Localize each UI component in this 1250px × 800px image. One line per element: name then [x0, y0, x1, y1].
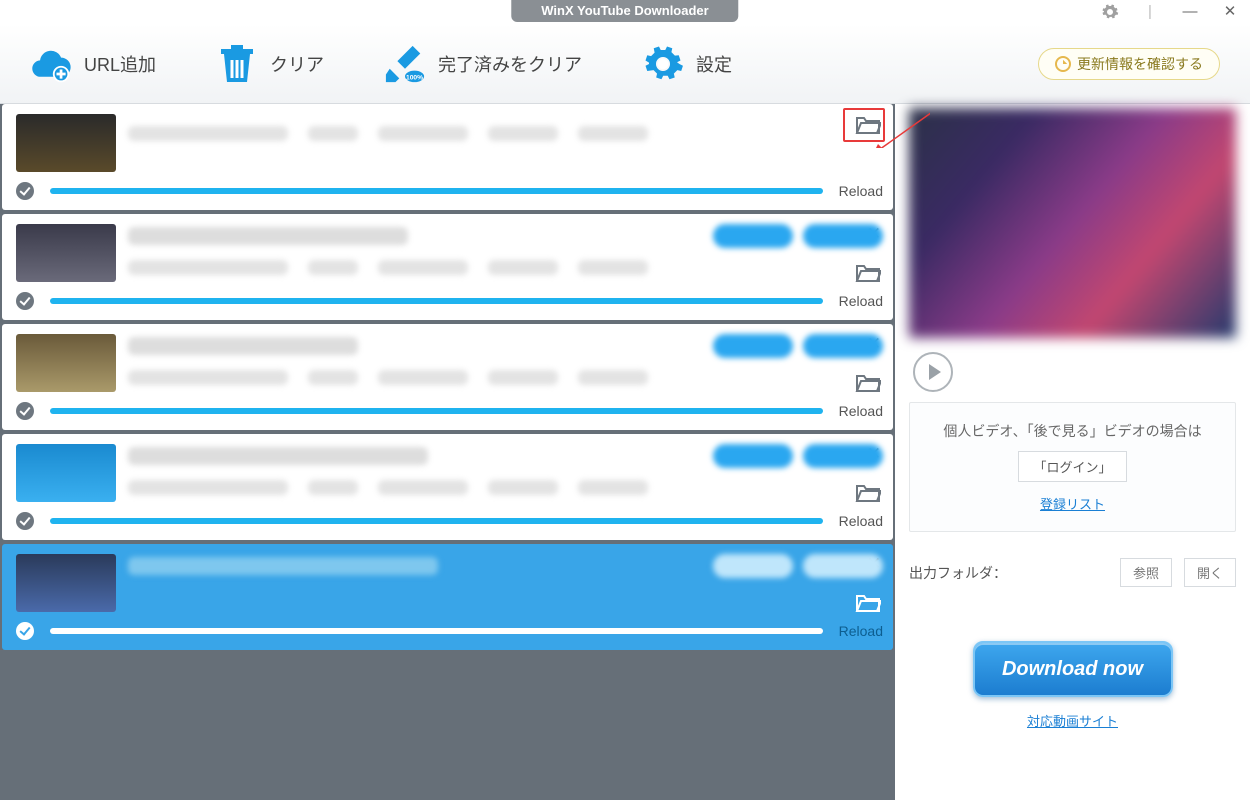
- progress-bar: [50, 628, 823, 634]
- open-folder-button[interactable]: 開く: [1184, 558, 1236, 587]
- download-now-button[interactable]: Download now: [973, 641, 1173, 697]
- open-folder-icon[interactable]: [855, 372, 881, 394]
- progress-bar: [50, 188, 823, 194]
- open-folder-icon[interactable]: [855, 262, 881, 284]
- reload-button[interactable]: Reload: [839, 293, 883, 309]
- download-item[interactable]: ✕ Reload: [2, 214, 893, 320]
- close-window-button[interactable]: ✕: [1210, 0, 1250, 24]
- clear-completed-button[interactable]: 100% 完了済みをクリア: [384, 43, 582, 85]
- reload-button[interactable]: Reload: [839, 513, 883, 529]
- minimize-button[interactable]: —: [1170, 0, 1210, 24]
- progress-bar: [50, 408, 823, 414]
- title-bar: WinX YouTube Downloader | — ✕: [0, 0, 1250, 24]
- cloud-plus-icon: [30, 43, 72, 85]
- app-title: WinX YouTube Downloader: [511, 0, 738, 22]
- completed-check-icon[interactable]: [16, 622, 34, 640]
- gear-icon: [642, 43, 684, 85]
- video-thumbnail: [16, 334, 116, 392]
- open-folder-icon[interactable]: [855, 114, 881, 136]
- completed-check-icon[interactable]: [16, 292, 34, 310]
- video-thumbnail: [16, 554, 116, 612]
- browse-button[interactable]: 参照: [1120, 558, 1172, 587]
- completed-check-icon[interactable]: [16, 182, 34, 200]
- main-toolbar: URL追加 クリア 100% 完了済みをクリア 設定 更新情報を確認する: [0, 24, 1250, 104]
- add-url-label: URL追加: [84, 51, 156, 77]
- login-message: 個人ビデオ、「後で見る」ビデオの場合は: [920, 421, 1225, 441]
- clear-completed-label: 完了済みをクリア: [438, 51, 582, 77]
- svg-text:100%: 100%: [406, 74, 423, 81]
- download-item[interactable]: ✕ Reload: [2, 434, 893, 540]
- download-item-selected[interactable]: ✕ Reload: [2, 544, 893, 650]
- check-updates-label: 更新情報を確認する: [1077, 54, 1203, 74]
- completed-check-icon[interactable]: [16, 402, 34, 420]
- video-preview: [909, 108, 1236, 338]
- open-folder-icon[interactable]: [855, 592, 881, 614]
- side-panel: 個人ビデオ、「後で見る」ビデオの場合は 「ログイン」 登録リスト 出力フォルダ：…: [895, 104, 1250, 800]
- supported-sites-link[interactable]: 対応動画サイト: [909, 711, 1236, 730]
- check-updates-button[interactable]: 更新情報を確認する: [1038, 48, 1220, 80]
- add-url-button[interactable]: URL追加: [30, 43, 156, 85]
- output-folder-label: 出力フォルダ：: [909, 563, 1007, 583]
- progress-bar: [50, 518, 823, 524]
- video-thumbnail: [16, 444, 116, 502]
- settings-button[interactable]: 設定: [642, 43, 732, 85]
- open-folder-icon[interactable]: [855, 482, 881, 504]
- video-thumbnail: [16, 114, 116, 172]
- clear-label: クリア: [270, 51, 324, 77]
- completed-check-icon[interactable]: [16, 512, 34, 530]
- progress-bar: [50, 298, 823, 304]
- brush-icon: 100%: [384, 43, 426, 85]
- settings-label: 設定: [696, 51, 732, 77]
- play-button[interactable]: [913, 352, 953, 392]
- settings-gear-icon[interactable]: [1090, 0, 1130, 24]
- reload-button[interactable]: Reload: [839, 403, 883, 419]
- reload-button[interactable]: Reload: [839, 623, 883, 639]
- reload-button[interactable]: Reload: [839, 183, 883, 199]
- trash-icon: [216, 43, 258, 85]
- download-list: Reload ✕ Reload ✕: [0, 104, 895, 800]
- login-button[interactable]: 「ログイン」: [1018, 451, 1126, 482]
- refresh-icon: [1055, 56, 1071, 72]
- clear-button[interactable]: クリア: [216, 43, 324, 85]
- download-item[interactable]: ✕ Reload: [2, 324, 893, 430]
- login-panel: 個人ビデオ、「後で見る」ビデオの場合は 「ログイン」 登録リスト: [909, 402, 1236, 532]
- video-thumbnail: [16, 224, 116, 282]
- register-list-link[interactable]: 登録リスト: [920, 494, 1225, 513]
- download-item[interactable]: Reload: [2, 104, 893, 210]
